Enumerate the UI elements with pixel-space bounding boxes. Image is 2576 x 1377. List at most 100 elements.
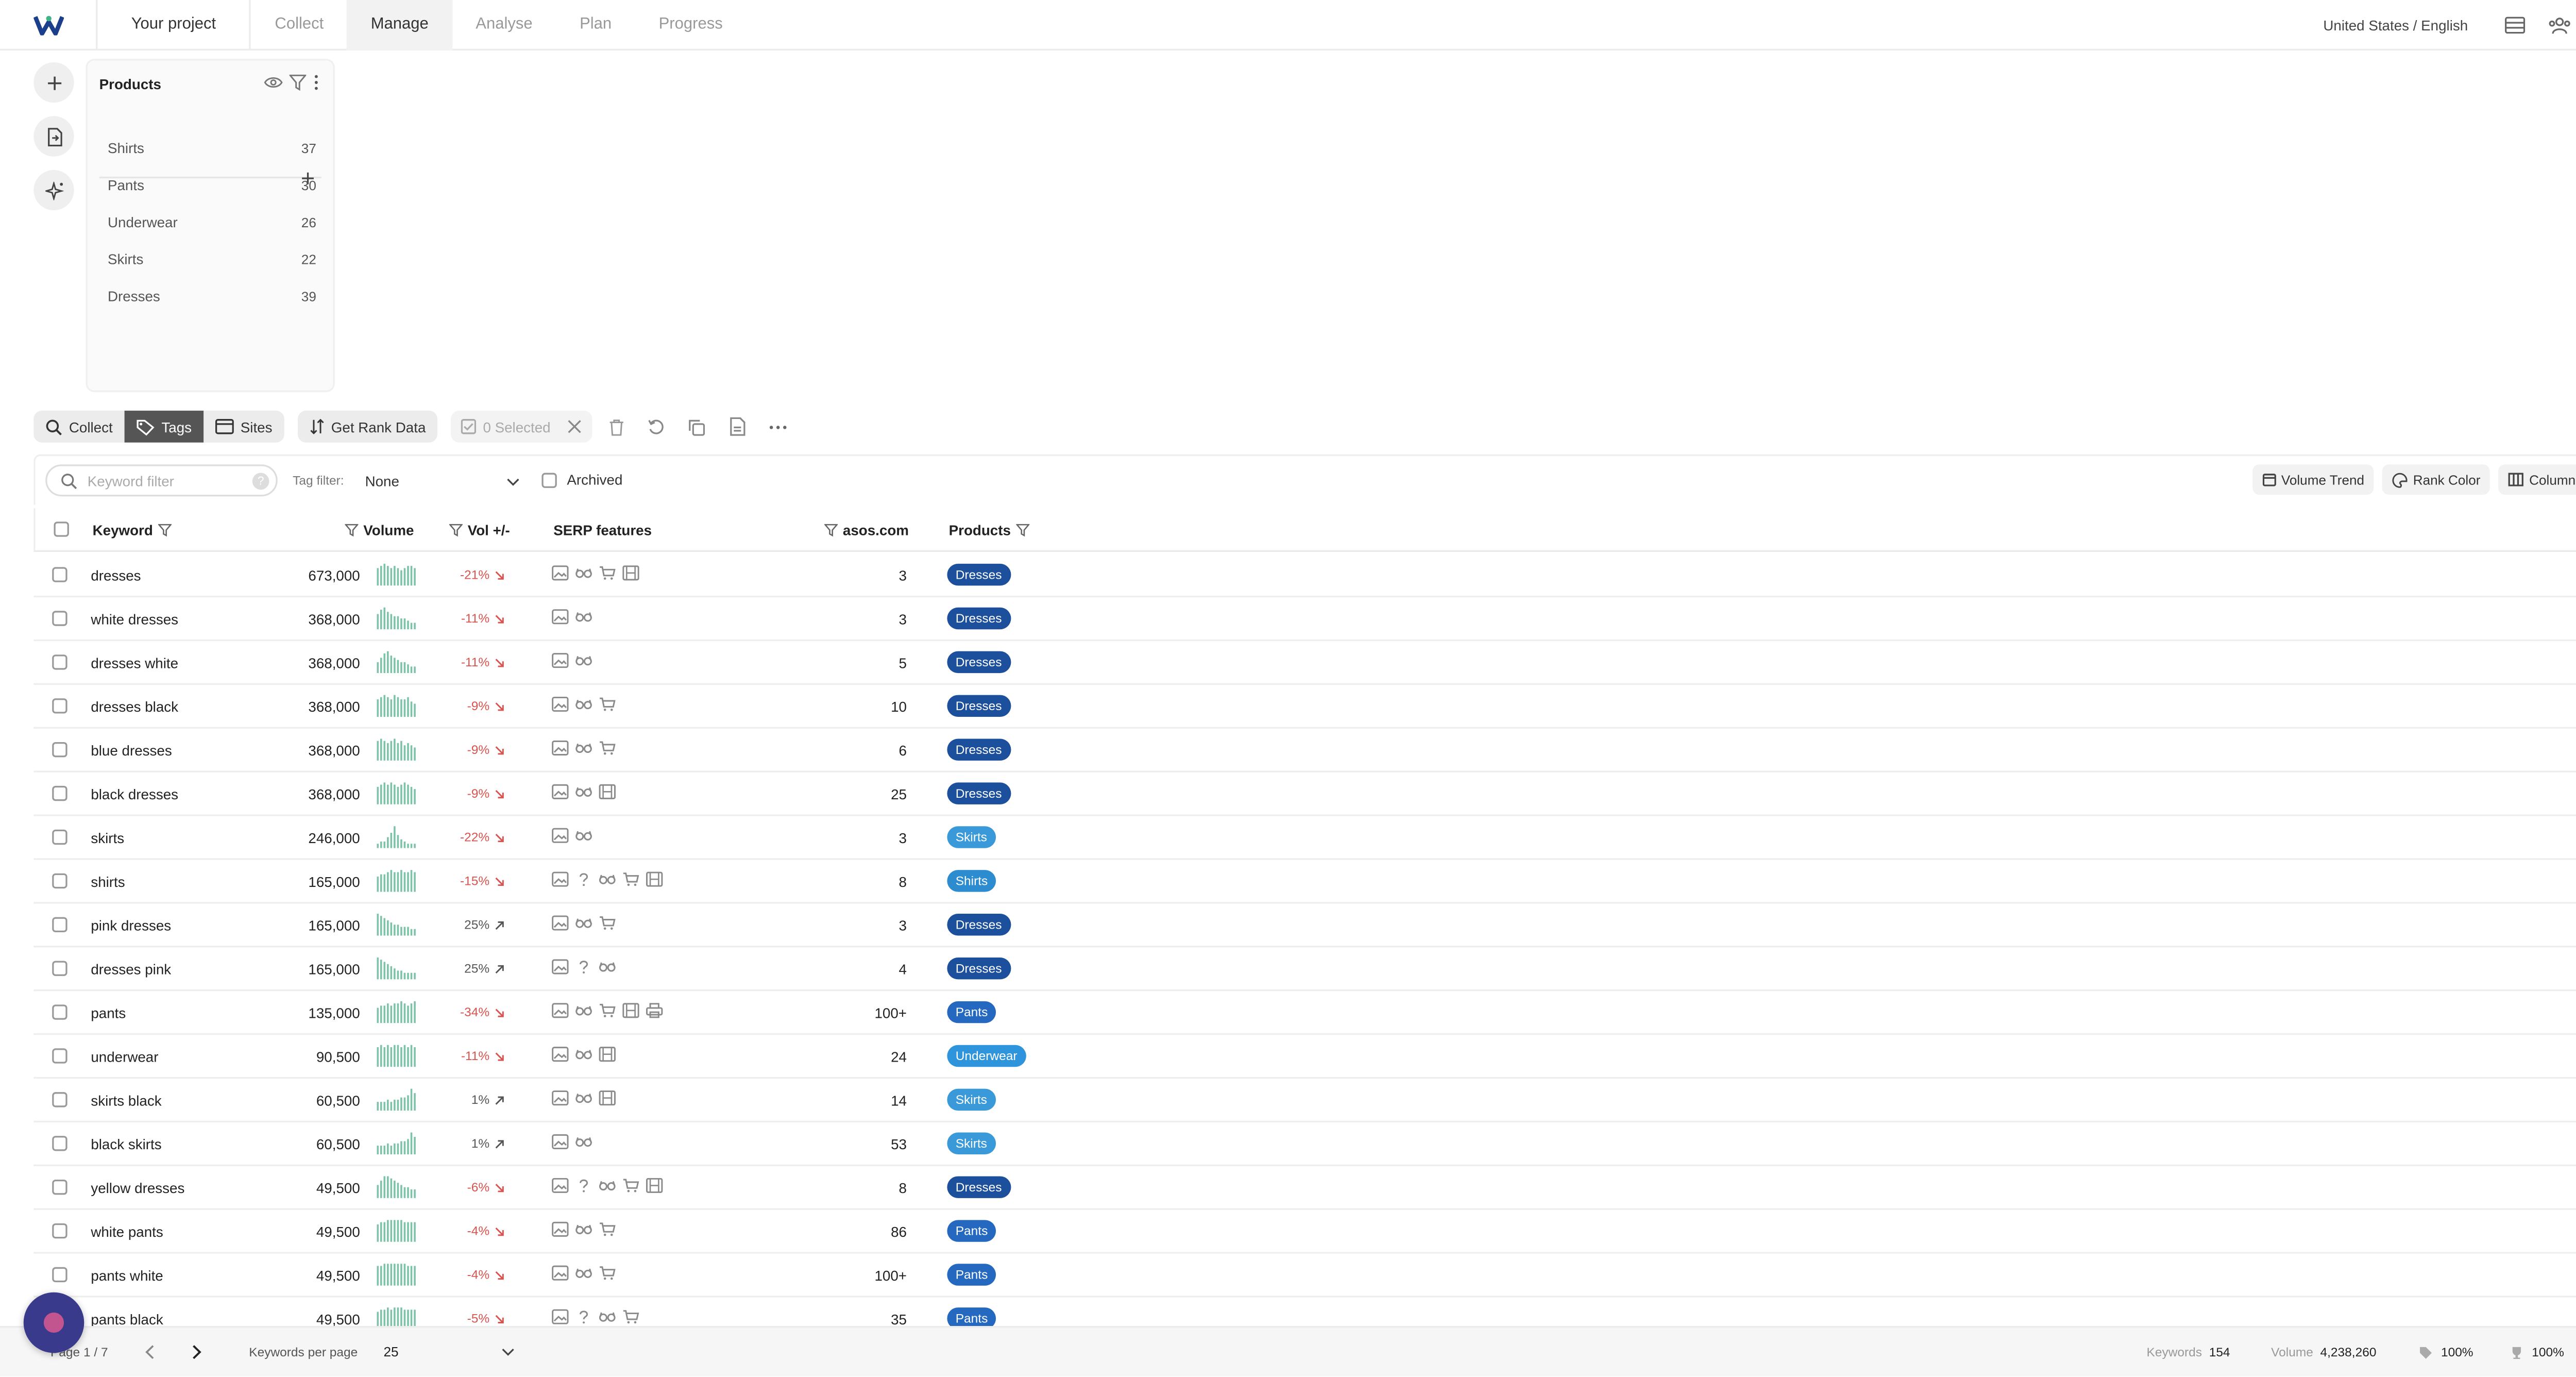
rank-cell[interactable]: 10 <box>891 698 907 715</box>
keyword-cell[interactable]: dresses pink <box>91 961 171 978</box>
rank-color-button[interactable]: Rank Color <box>2382 464 2491 495</box>
table-row[interactable]: white dresses 368,000 -11% 3 Dresses <box>33 597 2576 642</box>
row-checkbox[interactable] <box>52 567 67 582</box>
volume-trend-sparkline[interactable] <box>377 737 417 761</box>
add-button[interactable] <box>33 62 74 103</box>
keyword-cell[interactable]: dresses white <box>91 654 178 671</box>
product-tag-badge[interactable]: Shirts <box>947 870 996 892</box>
keyword-cell[interactable]: yellow dresses <box>91 1180 184 1197</box>
volume-trend-sparkline[interactable] <box>377 693 417 717</box>
get-rank-data-button[interactable]: Get Rank Data <box>297 410 438 443</box>
row-checkbox[interactable] <box>52 961 67 976</box>
keyword-cell[interactable]: skirts <box>91 830 124 847</box>
nav-tab-plan[interactable]: Plan <box>556 0 635 49</box>
row-checkbox[interactable] <box>52 1092 67 1107</box>
tags-tab-button[interactable]: Tags <box>124 410 204 443</box>
table-row[interactable]: blue dresses 368,000 -9% 6 Dresses <box>33 729 2576 773</box>
column-header-volume[interactable]: Volume <box>345 522 414 539</box>
volume-trend-sparkline[interactable] <box>377 649 417 674</box>
chat-launcher-button[interactable] <box>23 1292 84 1353</box>
nav-tab-collect[interactable]: Collect <box>251 0 347 49</box>
table-row[interactable]: underwear 90,500 -11% 24 Underwear <box>33 1035 2576 1079</box>
volume-trend-sparkline[interactable] <box>377 781 417 804</box>
rank-cell[interactable]: 86 <box>891 1223 907 1240</box>
volume-trend-sparkline[interactable] <box>377 1218 417 1242</box>
product-tag-badge[interactable]: Dresses <box>947 782 1010 804</box>
keyword-cell[interactable]: black skirts <box>91 1136 161 1153</box>
nav-tab-progress[interactable]: Progress <box>635 0 747 49</box>
rank-cell[interactable]: 3 <box>899 917 907 934</box>
tag-item-skirts[interactable]: Skirts 22 <box>108 247 316 271</box>
users-icon[interactable] <box>2537 0 2576 51</box>
product-tag-badge[interactable]: Skirts <box>947 1088 996 1111</box>
rank-cell[interactable]: 53 <box>891 1136 907 1153</box>
column-header-products[interactable]: Products <box>949 522 1029 539</box>
row-checkbox[interactable] <box>52 698 67 714</box>
row-checkbox[interactable] <box>52 742 67 758</box>
rank-cell[interactable]: 35 <box>891 1311 907 1328</box>
close-icon[interactable] <box>567 419 582 434</box>
table-row[interactable]: pants white 49,500 -4% 100+ Pants <box>33 1254 2576 1298</box>
row-checkbox[interactable] <box>52 1223 67 1239</box>
product-tag-badge[interactable]: Pants <box>947 1220 996 1242</box>
row-checkbox[interactable] <box>52 1048 67 1064</box>
table-row[interactable]: pink dresses 165,000 25% 3 Dresses <box>33 903 2576 948</box>
rank-cell[interactable]: 24 <box>891 1048 907 1065</box>
keyword-cell[interactable]: pants <box>91 1004 126 1021</box>
volume-trend-button[interactable]: Volume Trend <box>2252 464 2375 495</box>
keyword-filter-input[interactable] <box>87 472 239 489</box>
eye-icon[interactable] <box>264 76 283 89</box>
product-tag-badge[interactable]: Dresses <box>947 914 1010 936</box>
help-icon[interactable]: ? <box>252 473 269 490</box>
table-row[interactable]: dresses pink 165,000 25% 4 Dresses <box>33 947 2576 992</box>
import-button[interactable] <box>33 116 74 157</box>
table-row[interactable]: yellow dresses 49,500 -6% 8 Dresses <box>33 1166 2576 1210</box>
undo-button[interactable] <box>640 411 673 443</box>
table-row[interactable]: dresses 673,000 -21% 3 Dresses <box>33 553 2576 598</box>
columns-button[interactable]: Columns <box>2499 464 2576 495</box>
keyword-cell[interactable]: dresses <box>91 567 141 584</box>
product-tag-badge[interactable]: Skirts <box>947 826 996 848</box>
more-vertical-icon[interactable] <box>313 74 319 91</box>
per-page-select[interactable]: 25 <box>383 1345 515 1359</box>
row-checkbox[interactable] <box>52 1136 67 1151</box>
product-tag-badge[interactable]: Dresses <box>947 1176 1010 1198</box>
volume-trend-sparkline[interactable] <box>377 1043 417 1067</box>
product-tag-badge[interactable]: Underwear <box>947 1045 1026 1067</box>
keyword-cell[interactable]: white dresses <box>91 611 178 628</box>
product-tag-badge[interactable]: Dresses <box>947 607 1010 630</box>
logo[interactable] <box>0 0 98 50</box>
table-row[interactable]: pants 135,000 -34% 100+ Pants <box>33 991 2576 1035</box>
table-row[interactable]: black dresses 368,000 -9% 25 Dresses <box>33 773 2576 816</box>
export-button[interactable] <box>720 411 754 443</box>
product-tag-badge[interactable]: Dresses <box>947 563 1010 586</box>
volume-trend-sparkline[interactable] <box>377 562 417 586</box>
row-checkbox[interactable] <box>52 1004 67 1020</box>
product-tag-badge[interactable]: Pants <box>947 1001 996 1023</box>
row-checkbox[interactable] <box>52 654 67 670</box>
keyword-cell[interactable]: pants white <box>91 1267 163 1284</box>
column-header-vol-change[interactable]: Vol +/- <box>449 522 510 539</box>
rank-cell[interactable]: 6 <box>899 742 907 759</box>
table-row[interactable]: dresses black 368,000 -9% 10 Dresses <box>33 685 2576 729</box>
rank-cell[interactable]: 100+ <box>874 1267 907 1284</box>
tag-filter-select[interactable]: None <box>365 469 520 493</box>
sites-tab-button[interactable]: Sites <box>204 411 284 443</box>
rank-cell[interactable]: 5 <box>899 654 907 671</box>
filter-icon[interactable] <box>289 74 307 91</box>
keyword-cell[interactable]: pants black <box>91 1311 163 1328</box>
rank-cell[interactable]: 3 <box>899 567 907 584</box>
volume-trend-sparkline[interactable] <box>377 868 417 892</box>
row-checkbox[interactable] <box>52 1179 67 1195</box>
tag-group-title[interactable]: Products <box>99 76 161 93</box>
volume-trend-sparkline[interactable] <box>377 1087 417 1111</box>
rank-cell[interactable]: 8 <box>899 1180 907 1197</box>
product-tag-badge[interactable]: Skirts <box>947 1132 996 1154</box>
copy-button[interactable] <box>680 411 714 443</box>
chevron-left-icon[interactable] <box>145 1345 155 1359</box>
rank-cell[interactable]: 3 <box>899 830 907 847</box>
keyword-cell[interactable]: underwear <box>91 1048 158 1065</box>
table-row[interactable]: shirts 165,000 -15% 8 Shirts <box>33 860 2576 904</box>
row-checkbox[interactable] <box>52 785 67 801</box>
row-checkbox[interactable] <box>52 917 67 932</box>
